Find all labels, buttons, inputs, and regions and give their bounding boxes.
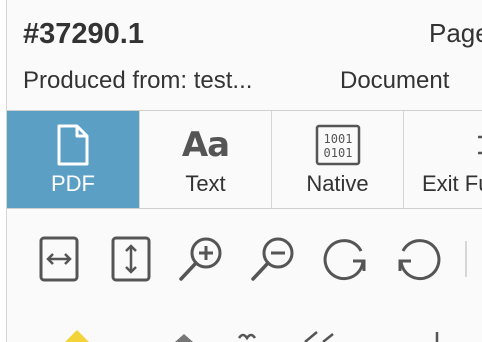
document-header: #37290.1 Page Produced from: test... Doc… — [7, 0, 482, 110]
text-aa-icon: Aa — [181, 125, 230, 165]
document-icon — [57, 124, 89, 166]
rotate-counterclockwise-button[interactable] — [393, 233, 445, 285]
zoom-out-icon — [251, 237, 294, 281]
viewer-toolbar — [7, 209, 482, 299]
document-label: Document — [340, 67, 450, 94]
fit-width-icon — [39, 236, 79, 282]
binary-line-1: 1001 — [323, 132, 352, 146]
fit-height-icon — [111, 236, 151, 282]
view-mode-tabs: PDF Aa Text 1001 0101 Native Exit F — [7, 111, 482, 208]
binary-file-icon: 1001 0101 — [315, 124, 360, 166]
redact-icon[interactable] — [233, 330, 263, 342]
zoom-in-button[interactable] — [175, 233, 227, 285]
rotate-clockwise-button[interactable] — [319, 233, 371, 285]
toolbar-divider — [465, 241, 467, 277]
fit-width-button[interactable] — [33, 233, 85, 285]
tab-exit-fullscreen[interactable]: Exit Fu — [404, 111, 482, 208]
fit-height-button[interactable] — [105, 233, 157, 285]
tab-exit-label: Exit Fu — [422, 171, 482, 196]
page-label: Page — [429, 18, 482, 48]
tab-pdf-label: PDF — [51, 171, 95, 196]
zoom-out-button[interactable] — [247, 233, 299, 285]
exit-fullscreen-icon — [478, 135, 482, 155]
tab-native[interactable]: 1001 0101 Native — [272, 111, 404, 208]
stamp-icon[interactable] — [427, 330, 447, 342]
binary-line-2: 0101 — [323, 146, 352, 160]
tab-native-label: Native — [306, 171, 369, 196]
document-id: #37290.1 — [23, 18, 144, 50]
tab-pdf[interactable]: PDF — [7, 111, 140, 208]
rotate-clockwise-icon — [323, 239, 366, 281]
produced-from-text: Produced from: test... — [23, 67, 253, 94]
zoom-in-icon — [179, 237, 222, 281]
annotation-toolbar — [7, 300, 482, 342]
eraser-icon[interactable] — [169, 328, 199, 342]
pen-icon[interactable] — [295, 328, 347, 342]
highlighter-icon[interactable] — [59, 328, 95, 342]
document-viewer-panel: #37290.1 Page Produced from: test... Doc… — [6, 0, 482, 342]
rotate-counterclockwise-icon — [398, 239, 441, 281]
tab-text-label: Text — [185, 171, 226, 196]
tab-text[interactable]: Aa Text — [140, 111, 272, 208]
